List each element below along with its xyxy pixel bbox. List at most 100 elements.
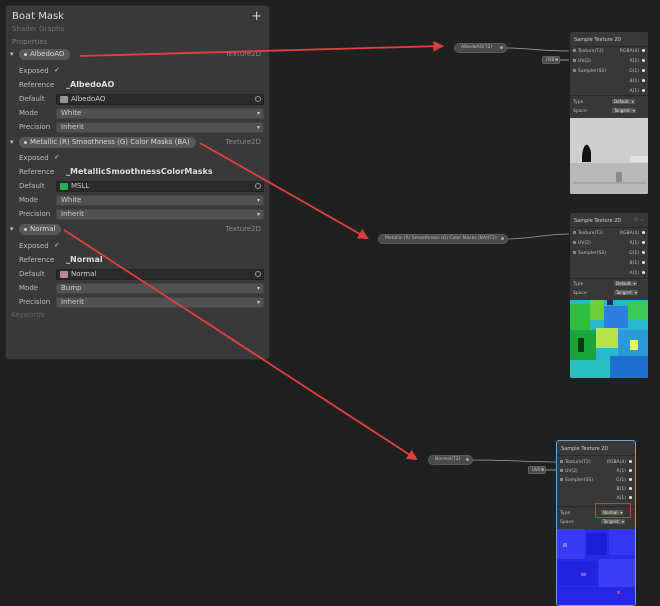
output-port-g[interactable]: G(1): [629, 251, 645, 256]
graph-property-node-metallic[interactable]: Metallic (R) Smoothness (G) Color Masks …: [378, 234, 508, 244]
reference-field[interactable]: _MetallicSmoothnessColorMasks: [66, 167, 213, 176]
object-picker-icon[interactable]: [255, 96, 261, 102]
output-port-icon[interactable]: [642, 261, 645, 264]
property-pill-normal[interactable]: Normal: [19, 224, 62, 235]
type-dropdown[interactable]: Default ▾: [614, 281, 637, 286]
output-port-rgba[interactable]: RGBA(4): [607, 460, 632, 465]
output-port-icon[interactable]: [555, 58, 559, 61]
expand-arrow-icon[interactable]: ▾: [10, 138, 14, 146]
input-port-uv[interactable]: UV(2): [573, 59, 591, 64]
property-pill-albedoao[interactable]: AlbedoAO: [19, 49, 71, 60]
input-port-texture[interactable]: Texture(T2): [573, 231, 604, 236]
sample-texture-node-normal[interactable]: Sample Texture 2D Texture(T2) UV(2) Samp…: [556, 440, 636, 606]
output-port-icon[interactable]: [501, 237, 504, 240]
default-texture-field[interactable]: Normal: [56, 269, 264, 280]
input-port-icon[interactable]: [560, 478, 563, 481]
output-port-b[interactable]: B(1): [630, 79, 645, 84]
exposed-checkbox[interactable]: ✓: [54, 66, 60, 74]
input-port-icon[interactable]: [573, 241, 576, 244]
object-picker-icon[interactable]: [255, 183, 261, 189]
expand-arrow-icon[interactable]: ▾: [10, 225, 14, 233]
output-port-icon[interactable]: [642, 251, 645, 254]
property-metallic-header[interactable]: ▾ Metallic (R) Smoothness (G) Color Mask…: [10, 137, 265, 149]
output-port-r[interactable]: R(1): [629, 241, 645, 246]
expand-arrow-icon[interactable]: ▾: [10, 50, 14, 58]
output-port-r[interactable]: R(1): [616, 469, 632, 474]
output-port-icon[interactable]: [466, 458, 469, 461]
output-port-icon[interactable]: [642, 271, 645, 274]
output-port-g[interactable]: G(1): [616, 478, 632, 483]
input-port-texture[interactable]: Texture(T2): [573, 49, 604, 54]
output-port-b[interactable]: B(1): [617, 487, 632, 492]
output-port-icon[interactable]: [629, 469, 632, 472]
output-port-b[interactable]: B(1): [630, 261, 645, 266]
reference-field[interactable]: _Normal: [66, 255, 103, 264]
mode-dropdown[interactable]: Bump ▾: [56, 283, 264, 294]
output-port-icon[interactable]: [629, 460, 632, 463]
uv-input-chip[interactable]: UV0: [542, 56, 561, 64]
property-dot-icon: [24, 227, 27, 231]
chevron-down-icon: ▾: [256, 197, 260, 204]
space-dropdown[interactable]: Tangent ▾: [614, 290, 638, 295]
output-port-icon[interactable]: [642, 89, 645, 92]
output-port-r[interactable]: R(1): [629, 59, 645, 64]
property-pill-metallic[interactable]: Metallic (R) Smoothness (G) Color Masks …: [19, 137, 196, 148]
graph-property-node-normal[interactable]: Normal(T2): [428, 455, 473, 465]
default-texture-field[interactable]: MSLL: [56, 181, 264, 192]
output-port-icon[interactable]: [642, 49, 645, 52]
property-albedoao-header[interactable]: ▾ AlbedoAO Texture2D: [10, 49, 265, 61]
input-port-icon[interactable]: [573, 59, 576, 62]
type-dropdown[interactable]: Default ▾: [612, 99, 635, 104]
texture-thumbnail-icon: [60, 96, 68, 103]
default-texture-field[interactable]: AlbedoAO: [56, 94, 264, 105]
sample-texture-node-metallic[interactable]: Sample Texture 2D ⊙ ⌄ Texture(T2) UV(2) …: [569, 212, 649, 379]
output-port-g[interactable]: G(1): [629, 69, 645, 74]
port-label: G(1): [629, 69, 639, 74]
input-port-icon[interactable]: [573, 49, 576, 52]
output-port-icon[interactable]: [629, 496, 632, 499]
node-collapse-icon[interactable]: ⊙ ⌄: [634, 217, 644, 223]
output-port-icon[interactable]: [629, 478, 632, 481]
output-port-icon[interactable]: [629, 487, 632, 490]
output-port-a[interactable]: A(1): [630, 89, 645, 94]
output-port-icon[interactable]: [541, 468, 545, 471]
space-dropdown[interactable]: Tangent ▾: [601, 519, 625, 524]
output-port-icon[interactable]: [642, 79, 645, 82]
space-dropdown[interactable]: Tangent ▾: [612, 108, 636, 113]
input-port-sampler[interactable]: Sampler(SS): [560, 478, 593, 483]
uv-input-chip[interactable]: UV0: [528, 466, 547, 474]
exposed-checkbox[interactable]: ✓: [54, 241, 60, 249]
output-port-icon[interactable]: [642, 231, 645, 234]
input-port-texture[interactable]: Texture(T2): [560, 460, 591, 465]
output-port-icon[interactable]: [642, 59, 645, 62]
object-picker-icon[interactable]: [255, 271, 261, 277]
exposed-checkbox[interactable]: ✓: [54, 153, 60, 161]
precision-dropdown[interactable]: Inherit ▾: [56, 122, 264, 133]
output-port-icon[interactable]: [642, 69, 645, 72]
output-port-a[interactable]: A(1): [617, 496, 632, 501]
output-port-icon[interactable]: [500, 46, 503, 49]
input-port-uv[interactable]: UV(2): [560, 469, 578, 474]
reference-field[interactable]: _AlbedoAO: [66, 80, 114, 89]
precision-dropdown[interactable]: Inherit ▾: [56, 297, 264, 308]
input-port-icon[interactable]: [573, 69, 576, 72]
input-port-icon[interactable]: [573, 251, 576, 254]
add-property-button[interactable]: +: [251, 10, 262, 23]
input-port-sampler[interactable]: Sampler(SS): [573, 69, 606, 74]
mode-dropdown[interactable]: White ▾: [56, 195, 264, 206]
output-port-rgba[interactable]: RGBA(4): [620, 49, 645, 54]
input-port-sampler[interactable]: Sampler(SS): [573, 251, 606, 256]
input-port-icon[interactable]: [573, 231, 576, 234]
sample-texture-node-albedo[interactable]: Sample Texture 2D Texture(T2) UV(2) Samp…: [569, 31, 649, 195]
output-port-a[interactable]: A(1): [630, 271, 645, 276]
mode-dropdown[interactable]: White ▾: [56, 108, 264, 119]
port-label: RGBA(4): [619, 231, 639, 236]
input-port-icon[interactable]: [560, 460, 563, 463]
input-port-uv[interactable]: UV(2): [573, 241, 591, 246]
property-normal-header[interactable]: ▾ Normal Texture2D: [10, 224, 265, 236]
output-port-rgba[interactable]: RGBA(4): [620, 231, 645, 236]
precision-dropdown[interactable]: Inherit ▾: [56, 209, 264, 220]
input-port-icon[interactable]: [560, 469, 563, 472]
graph-property-node-albedoao[interactable]: AlbedoAO(T2): [454, 43, 507, 53]
output-port-icon[interactable]: [642, 241, 645, 244]
